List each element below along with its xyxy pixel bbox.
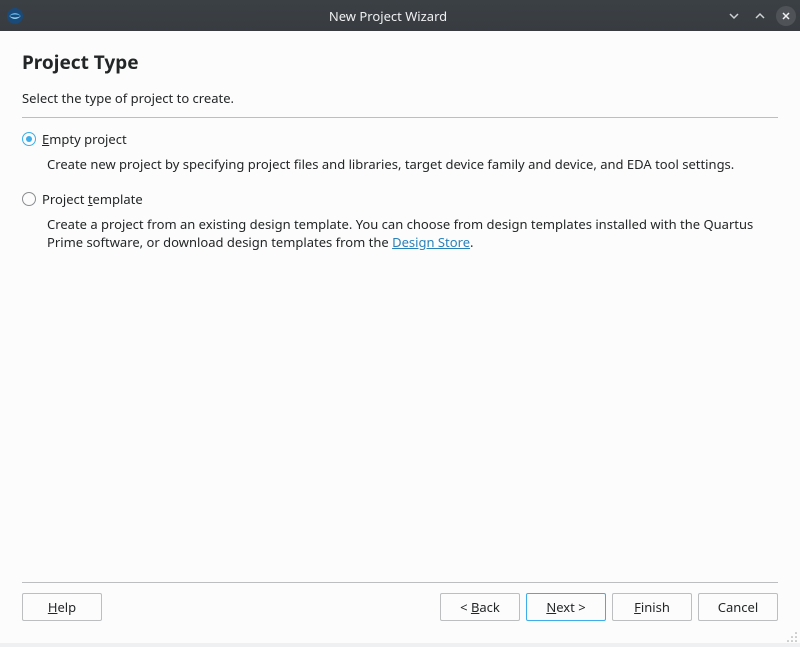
finish-button[interactable]: Finish (612, 593, 692, 621)
options-group: Empty project Create new project by spec… (22, 130, 778, 582)
radio-empty-project[interactable] (22, 132, 36, 146)
option-empty-label: Empty project (42, 130, 127, 148)
radio-project-template[interactable] (22, 192, 36, 206)
divider (22, 117, 778, 118)
app-icon (6, 7, 24, 25)
content-area: Project Type Select the type of project … (0, 31, 800, 643)
window-title: New Project Wizard (28, 7, 748, 25)
footer-button-bar: Help < Back Next > Finish Cancel (22, 582, 778, 633)
option-empty-project[interactable]: Empty project (22, 130, 778, 148)
option-project-template[interactable]: Project template (22, 190, 778, 208)
back-button[interactable]: < Back (440, 593, 520, 621)
close-button[interactable] (776, 6, 796, 26)
page-subtitle: Select the type of project to create. (22, 89, 778, 107)
next-button[interactable]: Next > (526, 593, 606, 621)
maximize-button[interactable] (750, 6, 770, 26)
window-controls (724, 6, 796, 26)
option-empty-description: Create new project by specifying project… (47, 156, 777, 174)
help-button[interactable]: Help (22, 593, 102, 621)
design-store-link[interactable]: Design Store (392, 233, 470, 251)
titlebar: New Project Wizard (0, 0, 800, 31)
resize-grip-icon[interactable] (786, 629, 798, 641)
option-template-label: Project template (42, 190, 143, 208)
page-title: Project Type (22, 49, 778, 75)
option-template-description: Create a project from an existing design… (47, 216, 777, 252)
minimize-button[interactable] (724, 6, 744, 26)
cancel-button[interactable]: Cancel (698, 593, 778, 621)
